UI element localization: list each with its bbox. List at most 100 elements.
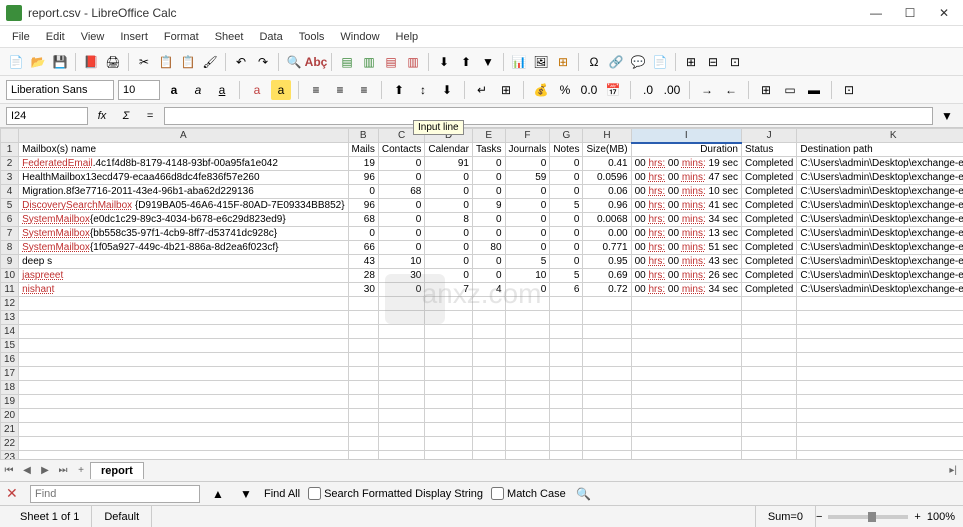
cell[interactable]: 0 xyxy=(505,241,550,255)
cell[interactable] xyxy=(583,423,631,437)
cell[interactable] xyxy=(797,437,963,451)
save-icon[interactable]: 💾 xyxy=(50,52,70,72)
cell[interactable] xyxy=(425,451,473,460)
cell[interactable]: 0 xyxy=(472,255,505,269)
spellcheck-icon[interactable]: Abç xyxy=(306,52,326,72)
date-icon[interactable]: 📅 xyxy=(603,80,623,100)
cell[interactable] xyxy=(472,325,505,339)
cell[interactable] xyxy=(550,325,583,339)
cell[interactable]: Status xyxy=(742,143,797,157)
cell[interactable]: Completed xyxy=(742,241,797,255)
cell[interactable] xyxy=(348,381,378,395)
cell[interactable] xyxy=(583,409,631,423)
cell[interactable]: 28 xyxy=(348,269,378,283)
menu-data[interactable]: Data xyxy=(253,29,288,45)
cell[interactable] xyxy=(742,381,797,395)
cell[interactable] xyxy=(797,297,963,311)
cell[interactable] xyxy=(550,353,583,367)
cell[interactable]: 0 xyxy=(425,185,473,199)
cell[interactable]: 0.06 xyxy=(583,185,631,199)
cell[interactable] xyxy=(19,395,348,409)
cell[interactable] xyxy=(505,353,550,367)
expand-formula-icon[interactable]: ▼ xyxy=(937,106,957,126)
cell[interactable]: 00 hrs: 00 mins: 34 sec xyxy=(631,283,741,297)
cell[interactable] xyxy=(742,437,797,451)
cell[interactable]: 0 xyxy=(505,157,550,171)
cell[interactable]: 00 hrs: 00 mins: 13 sec xyxy=(631,227,741,241)
match-case-checkbox[interactable]: Match Case xyxy=(491,487,566,500)
cell[interactable]: jaspreeet xyxy=(19,269,348,283)
borders-icon[interactable]: ⊞ xyxy=(756,80,776,100)
cell[interactable]: Mails xyxy=(348,143,378,157)
valign-top-icon[interactable]: ⬆ xyxy=(389,80,409,100)
cell[interactable] xyxy=(797,409,963,423)
cell[interactable] xyxy=(378,367,424,381)
cell[interactable] xyxy=(631,437,741,451)
cell[interactable]: C:\Users\admin\Desktop\exchange-export xyxy=(797,269,963,283)
cell-reference-input[interactable] xyxy=(6,107,88,125)
cell[interactable] xyxy=(472,395,505,409)
cell[interactable] xyxy=(505,311,550,325)
col-header-K[interactable]: K xyxy=(797,129,963,143)
cell[interactable]: Duration xyxy=(631,143,741,157)
menu-tools[interactable]: Tools xyxy=(293,29,331,45)
cell[interactable]: 5 xyxy=(550,269,583,283)
cell[interactable]: 0.771 xyxy=(583,241,631,255)
copy-icon[interactable]: 📋 xyxy=(156,52,176,72)
cell[interactable] xyxy=(797,325,963,339)
cell[interactable]: 0 xyxy=(505,185,550,199)
cell[interactable]: 0 xyxy=(378,213,424,227)
cell[interactable]: Calendar xyxy=(425,143,473,157)
row-header[interactable]: 23 xyxy=(1,451,19,460)
cell[interactable]: 30 xyxy=(348,283,378,297)
cell[interactable] xyxy=(631,339,741,353)
print-icon[interactable]: 🖨 xyxy=(103,52,123,72)
menu-window[interactable]: Window xyxy=(334,29,385,45)
border-color-icon[interactable]: ▬ xyxy=(804,80,824,100)
cell[interactable] xyxy=(583,395,631,409)
cell[interactable] xyxy=(505,367,550,381)
col-header-I[interactable]: I xyxy=(631,129,741,143)
cell[interactable]: 66 xyxy=(348,241,378,255)
cell[interactable] xyxy=(583,353,631,367)
cell[interactable] xyxy=(583,451,631,460)
cell[interactable] xyxy=(550,381,583,395)
cell[interactable]: 0 xyxy=(472,269,505,283)
cell[interactable]: FederatedEmail.4c1f4d8b-8179-4148-93bf-0… xyxy=(19,157,348,171)
cell[interactable] xyxy=(425,353,473,367)
cell[interactable] xyxy=(348,311,378,325)
cell[interactable] xyxy=(631,311,741,325)
cell[interactable] xyxy=(378,311,424,325)
cell[interactable]: 0 xyxy=(348,227,378,241)
cell[interactable]: C:\Users\admin\Desktop\exchange-export xyxy=(797,157,963,171)
cell[interactable] xyxy=(505,395,550,409)
dec-indent-icon[interactable]: ← xyxy=(721,80,741,100)
cell[interactable]: Completed xyxy=(742,171,797,185)
cell[interactable] xyxy=(378,381,424,395)
cell[interactable]: 0 xyxy=(472,227,505,241)
cell[interactable] xyxy=(19,409,348,423)
sort-desc-icon[interactable]: ⬆ xyxy=(456,52,476,72)
cell[interactable]: 91 xyxy=(425,157,473,171)
row-header[interactable]: 9 xyxy=(1,255,19,269)
cell[interactable] xyxy=(19,381,348,395)
cell[interactable]: 0 xyxy=(472,157,505,171)
cell[interactable]: 0.00 xyxy=(583,227,631,241)
close-button[interactable]: ✕ xyxy=(931,3,957,23)
cell[interactable] xyxy=(472,423,505,437)
cell[interactable] xyxy=(425,409,473,423)
row-header[interactable]: 22 xyxy=(1,437,19,451)
cell[interactable]: 10 xyxy=(505,269,550,283)
row-header[interactable]: 4 xyxy=(1,185,19,199)
cell[interactable] xyxy=(550,409,583,423)
font-color-icon[interactable]: a xyxy=(247,80,267,100)
export-pdf-icon[interactable]: 📕 xyxy=(81,52,101,72)
cell[interactable]: 0 xyxy=(550,185,583,199)
cell[interactable]: Notes xyxy=(550,143,583,157)
cell[interactable]: 00 hrs: 00 mins: 26 sec xyxy=(631,269,741,283)
row-icon[interactable]: ▤ xyxy=(337,52,357,72)
cell[interactable] xyxy=(797,381,963,395)
cell[interactable]: Tasks xyxy=(472,143,505,157)
cell[interactable] xyxy=(583,381,631,395)
cell[interactable]: C:\Users\admin\Desktop\exchange-export xyxy=(797,241,963,255)
